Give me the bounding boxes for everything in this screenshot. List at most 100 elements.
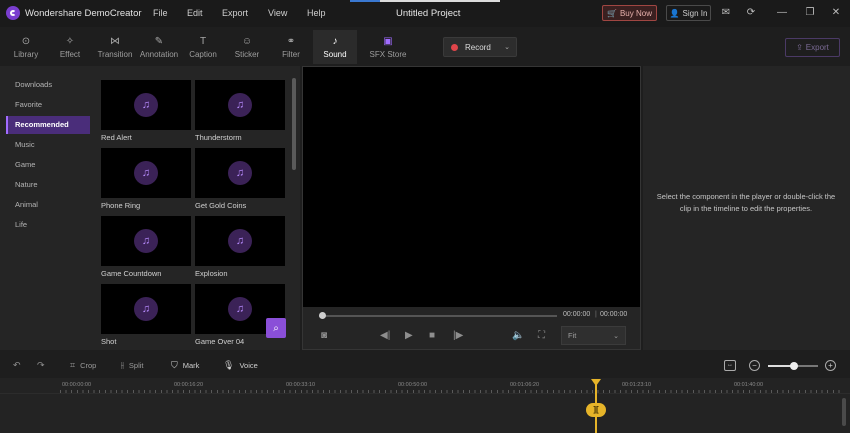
timeline-ruler[interactable]: 00:00:00:00 00:00:16:20 00:00:33:10 00:0…: [0, 378, 850, 394]
split-icon: ⫲: [121, 360, 124, 370]
tab-library[interactable]: ⊙ Library: [6, 30, 46, 64]
menu-export[interactable]: Export: [222, 8, 248, 18]
split-label: Split: [128, 361, 144, 370]
tab-label: Sticker: [234, 49, 260, 59]
menu-file[interactable]: File: [153, 8, 168, 18]
export-button[interactable]: ⇪ Export: [785, 38, 840, 57]
mail-icon[interactable]: ✉: [720, 7, 732, 19]
sound-grid-scrollbar[interactable]: [292, 78, 296, 170]
sound-thumbnail[interactable]: ♫: [195, 148, 285, 198]
menu-edit[interactable]: Edit: [187, 8, 203, 18]
sound-thumbnail[interactable]: ♫: [195, 216, 285, 266]
tab-caption[interactable]: T Caption: [184, 30, 222, 64]
redo-button[interactable]: ↷: [37, 360, 45, 371]
sign-in-button[interactable]: 👤 Sign In: [666, 5, 711, 21]
previous-frame-icon[interactable]: ◀|: [380, 330, 390, 341]
sound-thumbnail[interactable]: ♫: [101, 148, 191, 198]
sound-name: Game Over 04: [195, 337, 245, 346]
sfx-store-icon: ▣: [383, 35, 393, 47]
category-game[interactable]: Game: [6, 156, 90, 174]
library-icon: ⊙: [21, 35, 31, 47]
sign-in-label: Sign In: [682, 8, 708, 18]
fit-select[interactable]: Fit ⌄: [561, 326, 626, 345]
category-nature[interactable]: Nature: [6, 176, 90, 194]
ruler-label: 00:01:23:10: [622, 382, 652, 388]
undo-icon: ↶: [13, 360, 21, 370]
tab-annotation[interactable]: ✎ Annotation: [138, 30, 180, 64]
chevron-down-icon[interactable]: ⌄: [504, 43, 510, 51]
category-favorite[interactable]: Favorite: [6, 96, 90, 114]
buy-now-button[interactable]: 🛒 Buy Now: [602, 5, 657, 21]
sound-thumbnail[interactable]: ♫: [101, 216, 191, 266]
user-icon: 👤: [669, 8, 680, 18]
chevron-down-icon: ⌄: [613, 332, 619, 340]
sound-card[interactable]: ♫ Shot: [101, 284, 191, 346]
annotation-icon: ✎: [154, 35, 164, 47]
tab-effect[interactable]: ✧ Effect: [52, 30, 88, 64]
record-label: Record: [465, 42, 491, 52]
stop-icon[interactable]: ■: [429, 330, 435, 341]
undo-button[interactable]: ↶: [13, 360, 21, 371]
zoom-out-icon[interactable]: −: [749, 360, 760, 371]
sound-name: Red Alert: [101, 133, 132, 142]
timeline[interactable]: 00:00:00:00 00:00:16:20 00:00:33:10 00:0…: [0, 378, 850, 433]
restore-icon[interactable]: ❐: [804, 7, 816, 19]
tab-sfx-store[interactable]: ▣ SFX Store: [366, 30, 410, 64]
fit-timeline-icon[interactable]: ↔: [724, 360, 736, 371]
export-label: Export: [805, 43, 829, 52]
sound-thumbnail[interactable]: ♫: [101, 284, 191, 334]
next-frame-icon[interactable]: |▶: [453, 330, 463, 341]
seek-bar[interactable]: [319, 315, 557, 317]
menu-view[interactable]: View: [268, 8, 287, 18]
tab-sound[interactable]: ♪ Sound: [313, 30, 357, 64]
minimize-icon[interactable]: —: [776, 7, 788, 19]
tab-sticker[interactable]: ☺ Sticker: [228, 30, 266, 64]
split-button[interactable]: ⫲ Split: [121, 360, 144, 371]
title-bar: Wondershare DemoCreator File Edit Export…: [0, 0, 850, 27]
voice-button[interactable]: 🎙 Voice: [223, 360, 258, 371]
record-button[interactable]: Record ⌄: [443, 37, 517, 57]
sound-thumbnail[interactable]: ♫: [101, 80, 191, 130]
record-dot-icon: [451, 43, 458, 51]
music-note-icon: ♫: [228, 93, 252, 117]
category-recommended[interactable]: Recommended: [6, 116, 90, 134]
category-life[interactable]: Life: [6, 216, 90, 234]
zoom-in-icon[interactable]: +: [825, 360, 836, 371]
ruler-label: 00:01:06:20: [510, 382, 540, 388]
sound-name: Explosion: [195, 269, 228, 278]
preview-player: 00:00:00 | 00:00:00 ◙ ◀| ▶ ■ |▶ 🔈 ⛶ Fit …: [302, 66, 641, 350]
tab-filter[interactable]: ⚭ Filter: [274, 30, 308, 64]
sound-card[interactable]: ♫ Get Gold Coins: [195, 148, 285, 210]
sound-grid: ♫ Red Alert ♫ Thunderstorm ♫ Phone Ring …: [97, 66, 300, 350]
effect-icon: ✧: [65, 35, 75, 47]
category-animal[interactable]: Animal: [6, 196, 90, 214]
category-music[interactable]: Music: [6, 136, 90, 154]
menu-help[interactable]: Help: [307, 8, 326, 18]
music-note-icon: ♫: [228, 229, 252, 253]
mark-button[interactable]: ⛉ Mark: [171, 360, 199, 371]
sound-card[interactable]: ♫ Phone Ring: [101, 148, 191, 210]
timeline-scrollbar[interactable]: [842, 398, 846, 426]
sound-card[interactable]: ♫ Explosion: [195, 216, 285, 278]
crop-button[interactable]: ⌗ Crop: [70, 360, 96, 371]
voice-label: Voice: [239, 361, 258, 370]
fullscreen-icon[interactable]: ⛶: [538, 330, 545, 341]
preview-canvas[interactable]: [303, 67, 640, 307]
seek-knob[interactable]: [319, 312, 326, 319]
sound-card[interactable]: ♫ Red Alert: [101, 80, 191, 142]
tab-label: Annotation: [139, 49, 179, 59]
play-icon[interactable]: ▶: [405, 330, 413, 341]
close-icon[interactable]: ✕: [830, 7, 842, 19]
tab-transition[interactable]: ⋈ Transition: [94, 30, 136, 64]
tab-label: Sound: [323, 49, 347, 59]
zoom-slider-knob[interactable]: [790, 362, 798, 370]
volume-icon[interactable]: 🔈: [512, 330, 524, 341]
playhead-handle[interactable]: ][: [586, 403, 606, 417]
sound-card[interactable]: ♫ Game Countdown: [101, 216, 191, 278]
category-downloads[interactable]: Downloads: [6, 76, 90, 94]
screenshot-icon[interactable]: ◙: [321, 330, 327, 341]
sound-thumbnail[interactable]: ♫: [195, 80, 285, 130]
sound-card[interactable]: ♫ Thunderstorm: [195, 80, 285, 142]
search-button[interactable]: ⌕: [266, 318, 286, 338]
sync-icon[interactable]: ⟳: [745, 7, 757, 19]
